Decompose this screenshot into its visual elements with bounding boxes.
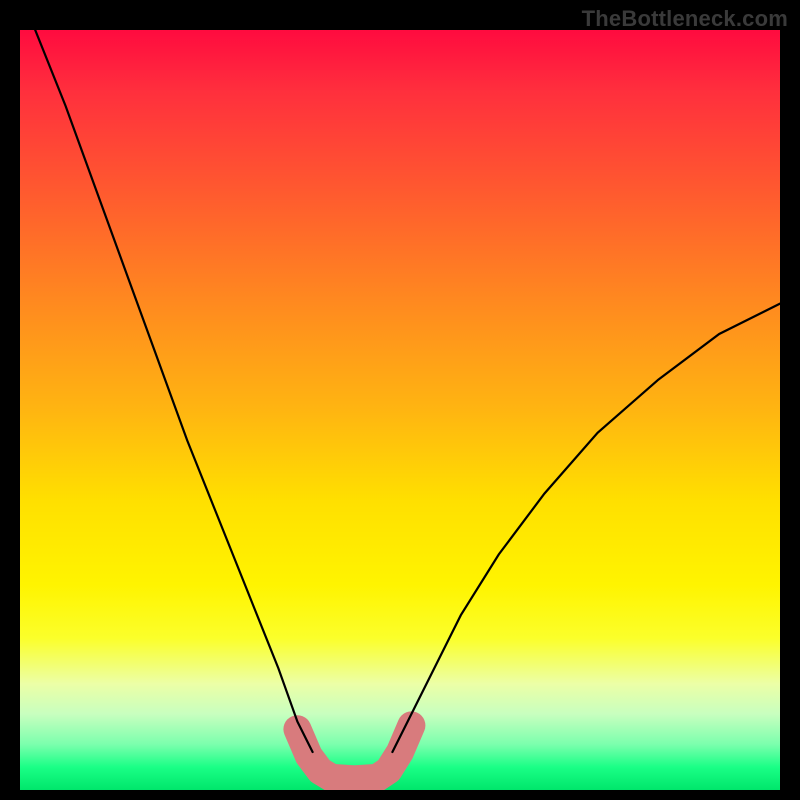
highlight-band — [297, 725, 411, 779]
curve-right — [392, 304, 780, 752]
curve-left — [35, 30, 312, 752]
plot-area — [20, 30, 780, 790]
chart-frame: TheBottleneck.com — [0, 0, 800, 800]
watermark-text: TheBottleneck.com — [582, 6, 788, 32]
curve-svg — [20, 30, 780, 790]
